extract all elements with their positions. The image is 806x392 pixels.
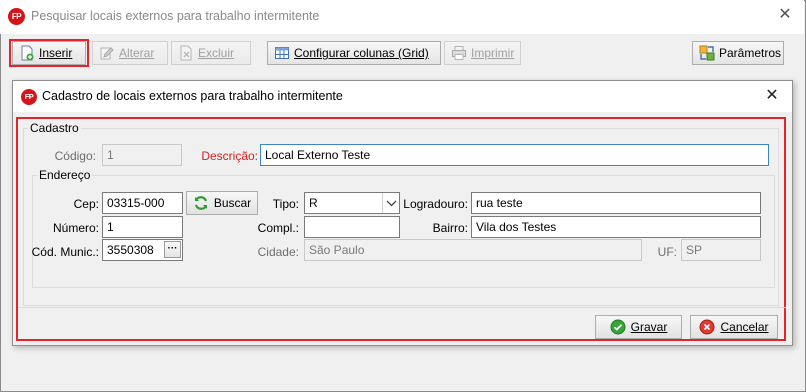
excluir-label: Excluir (198, 46, 235, 60)
parametros-button[interactable]: Parâmetros (692, 41, 784, 65)
inserir-label: Inserir (39, 46, 73, 60)
uf-label: UF: (657, 245, 677, 259)
tipo-label: Tipo: (272, 197, 299, 211)
cadastro-dialog: FP Cadastro de locais externos para trab… (12, 80, 793, 346)
window-close-icon[interactable]: ✕ (776, 7, 794, 25)
delete-icon (178, 45, 194, 61)
gravar-button[interactable]: Gravar (595, 315, 682, 339)
dialog-titlebar: FP Cadastro de locais externos para trab… (13, 81, 792, 112)
lookup-ellipsis-button[interactable]: ··· (164, 241, 181, 258)
imprimir-label: Imprimir (471, 46, 515, 60)
new-document-icon (19, 45, 35, 61)
parameters-icon (699, 45, 715, 61)
descricao-field[interactable]: Local Externo Teste (260, 144, 769, 166)
dialog-title: Cadastro de locais externos para trabalh… (42, 89, 343, 103)
compl-field[interactable] (304, 216, 400, 238)
gravar-label: Gravar (630, 320, 668, 334)
cidade-field[interactable]: São Paulo (304, 239, 642, 261)
dialog-close-icon[interactable]: ✕ (763, 88, 781, 106)
cep-label: Cep: (73, 197, 99, 211)
check-icon (610, 319, 626, 335)
cod-munic-label: Cód. Munic.: (31, 245, 99, 259)
logradouro-field[interactable]: rua teste (471, 192, 761, 214)
codigo-label: Código: (54, 149, 96, 163)
buscar-label: Buscar (213, 196, 252, 210)
descricao-label: Descrição: (201, 149, 258, 163)
excluir-button[interactable]: Excluir (171, 41, 251, 65)
cadastro-group-label: Cadastro (28, 121, 81, 135)
alterar-button[interactable]: Alterar (92, 41, 168, 65)
refresh-icon (193, 195, 209, 211)
compl-label: Compl.: (257, 221, 299, 235)
logradouro-label: Logradouro: (403, 197, 468, 211)
bairro-field[interactable]: Vila dos Testes (471, 216, 761, 238)
cidade-label: Cidade: (257, 245, 299, 259)
configurar-colunas-button[interactable]: Configurar colunas (Grid) (267, 41, 441, 65)
imprimir-button[interactable]: Imprimir (444, 41, 521, 65)
uf-field[interactable]: SP (681, 239, 761, 261)
alterar-label: Alterar (119, 46, 155, 60)
edit-icon (99, 45, 115, 61)
dialog-logo: FP (21, 89, 37, 105)
numero-label: Número: (52, 221, 99, 235)
footer-separator (18, 307, 786, 308)
numero-field[interactable]: 1 (102, 216, 183, 238)
bairro-label: Bairro: (432, 221, 468, 235)
codigo-field[interactable]: 1 (102, 144, 182, 166)
parametros-label: Parâmetros (719, 46, 782, 60)
cancelar-button[interactable]: Cancelar (690, 315, 778, 339)
grid-columns-icon (274, 45, 290, 61)
app-logo: FP (8, 8, 25, 25)
chevron-down-icon[interactable] (382, 193, 399, 213)
window-titlebar: FP Pesquisar locais externos para trabal… (0, 0, 804, 34)
cep-field[interactable]: 03315-000 (102, 192, 183, 214)
cancel-icon (699, 319, 715, 335)
printer-icon (451, 45, 467, 61)
cancelar-label: Cancelar (720, 320, 769, 334)
endereco-group-label: Endereço (37, 168, 93, 182)
inserir-button[interactable]: Inserir (12, 41, 86, 65)
window-title: Pesquisar locais externos para trabalho … (31, 9, 320, 23)
tipo-value: R (309, 196, 318, 210)
configurar-colunas-label: Configurar colunas (Grid) (294, 46, 429, 60)
buscar-button[interactable]: Buscar (186, 191, 258, 215)
